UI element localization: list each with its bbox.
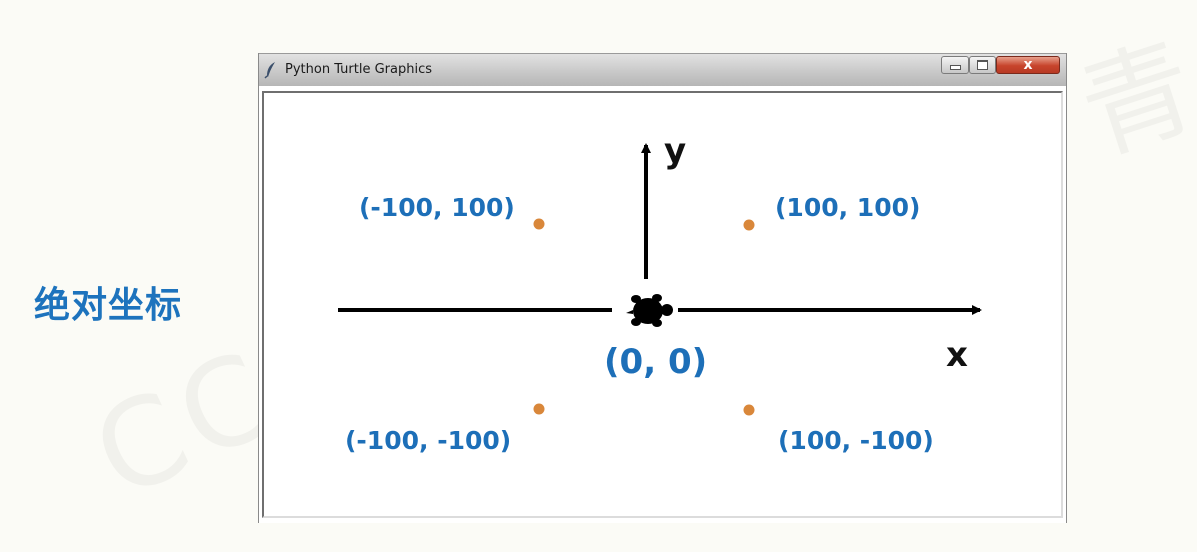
window-title: Python Turtle Graphics [285,62,432,77]
turtle-canvas[interactable]: y x (-100, 100) (100, 100) (-100, -100) … [262,91,1063,518]
y-axis-label: y [664,131,687,171]
turtle-icon [626,294,673,327]
point-pos-pos [743,219,755,231]
feather-icon [264,62,275,79]
point-label-neg-neg: (-100, -100) [345,426,512,455]
point-pos-neg [743,404,755,416]
minimize-button[interactable] [941,56,969,74]
point-label-pos-neg: (100, -100) [778,426,934,455]
x-axis-label: x [946,335,968,375]
close-button[interactable]: x [996,56,1060,74]
point-neg-neg [533,403,545,415]
watermark-char: 青 [1066,21,1197,178]
minimize-icon [949,65,961,70]
turtle-window: Python Turtle Graphics x y x (-100, 100)… [258,53,1067,523]
title-bar[interactable]: Python Turtle Graphics x [259,53,1066,86]
close-icon: x [1023,57,1033,73]
point-neg-neg-pos [533,218,545,230]
side-label: 绝对坐标 [34,285,183,326]
origin-label: (0, 0) [604,342,708,382]
point-label-neg-pos: (-100, 100) [359,193,515,222]
maximize-button[interactable] [969,56,996,74]
maximize-icon [977,60,988,70]
point-label-pos-pos: (100, 100) [775,193,921,222]
